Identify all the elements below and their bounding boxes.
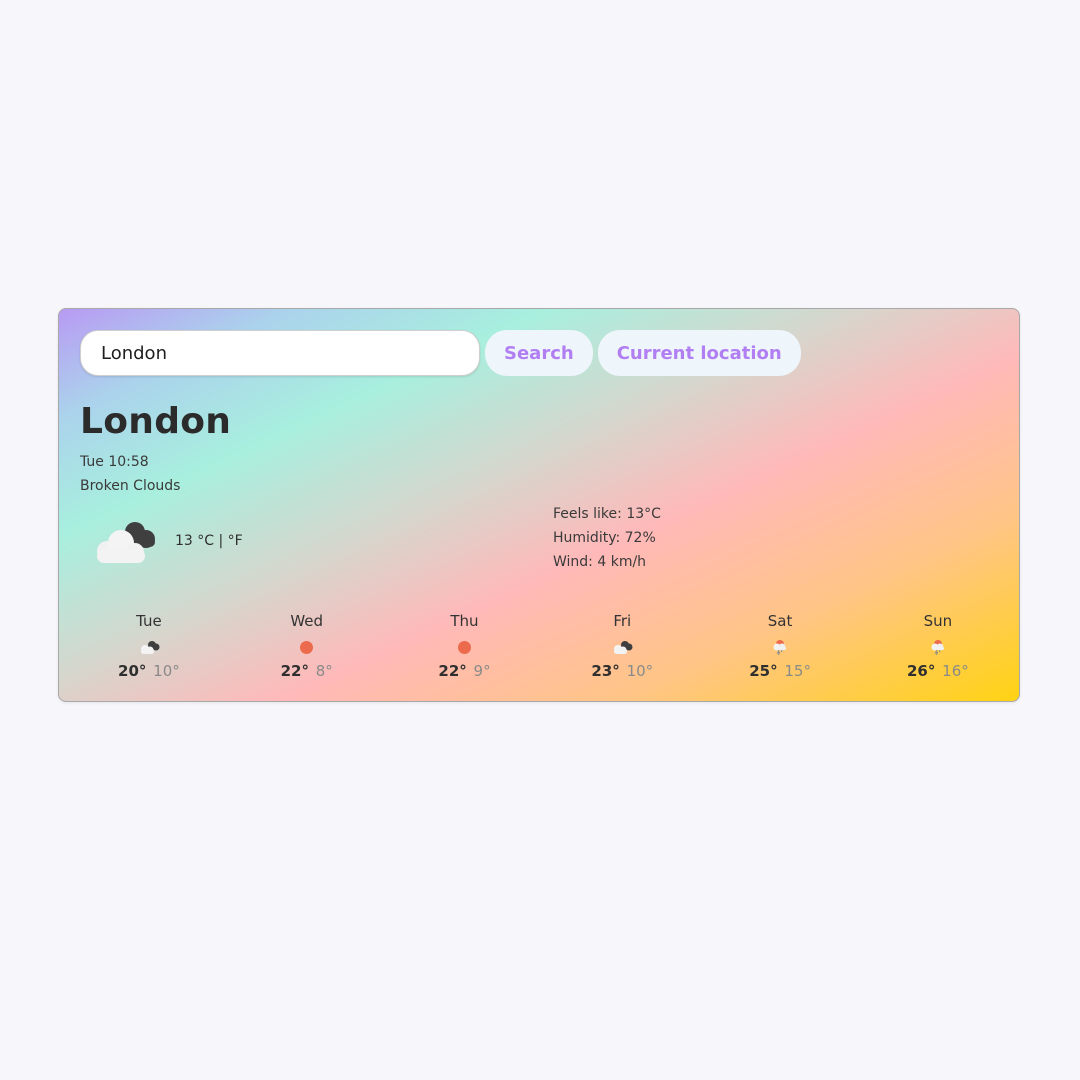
forecast-day-name: Tue bbox=[136, 612, 162, 630]
forecast: Tue 20° 10° Wed 22° 8° Thu 22° 9° Fri 23… bbox=[70, 612, 1017, 680]
forecast-day-name: Thu bbox=[450, 612, 479, 630]
forecast-high: 23° bbox=[591, 662, 620, 680]
forecast-high: 25° bbox=[749, 662, 778, 680]
forecast-low: 15° bbox=[784, 662, 811, 680]
forecast-high: 22° bbox=[280, 662, 309, 680]
city-title: London bbox=[80, 401, 232, 442]
forecast-low: 10° bbox=[153, 662, 180, 680]
search-button[interactable]: Search bbox=[485, 330, 593, 376]
broken-clouds-icon bbox=[614, 641, 633, 654]
forecast-day: Sun 26° 16° bbox=[859, 612, 1017, 680]
forecast-low: 10° bbox=[626, 662, 654, 680]
humidity: Humidity: 72% bbox=[553, 530, 656, 546]
weather-card: Search Current location London Tue 10:58… bbox=[58, 308, 1020, 702]
forecast-day: Thu 22° 9° bbox=[386, 612, 544, 680]
forecast-day: Tue 20° 10° bbox=[70, 612, 228, 680]
forecast-day-name: Wed bbox=[290, 612, 324, 630]
forecast-day-name: Fri bbox=[613, 612, 632, 630]
wind: Wind: 4 km/h bbox=[553, 554, 647, 570]
city-search-input[interactable] bbox=[80, 330, 480, 376]
forecast-high: 26° bbox=[907, 662, 936, 680]
forecast-high: 22° bbox=[438, 662, 467, 680]
forecast-day: Wed 22° 8° bbox=[228, 612, 386, 680]
current-location-button[interactable]: Current location bbox=[597, 330, 801, 376]
forecast-day: Fri 23° 10° bbox=[543, 612, 701, 680]
forecast-low: 9° bbox=[473, 662, 491, 680]
weather-details: Feels like: 13°C Humidity: 72% Wind: 4 k… bbox=[553, 502, 661, 574]
broken-clouds-icon bbox=[91, 517, 159, 565]
forecast-day: Sat 25° 15° bbox=[701, 612, 859, 680]
forecast-day-name: Sun bbox=[923, 612, 953, 630]
current-weather: 13 °C | °F bbox=[91, 517, 243, 565]
current-datetime: Tue 10:58 bbox=[80, 454, 149, 470]
thunderstorm-icon bbox=[773, 640, 787, 655]
forecast-low: 16° bbox=[942, 662, 969, 680]
current-temperature: 13 °C | °F bbox=[175, 533, 243, 549]
forecast-high: 20° bbox=[118, 662, 147, 680]
feels-like: Feels like: 13°C bbox=[553, 506, 661, 522]
search-form: Search Current location bbox=[80, 330, 801, 376]
forecast-low: 8° bbox=[315, 662, 333, 680]
thunderstorm-icon bbox=[931, 640, 944, 655]
temperature-units-toggle[interactable]: °C | °F bbox=[197, 533, 242, 549]
clear-sky-icon bbox=[300, 640, 314, 654]
forecast-day-name: Sat bbox=[767, 612, 793, 630]
clear-sky-icon bbox=[457, 640, 471, 654]
weather-description: Broken Clouds bbox=[80, 478, 181, 494]
temperature-value: 13 bbox=[175, 533, 193, 549]
broken-clouds-icon bbox=[140, 641, 160, 654]
